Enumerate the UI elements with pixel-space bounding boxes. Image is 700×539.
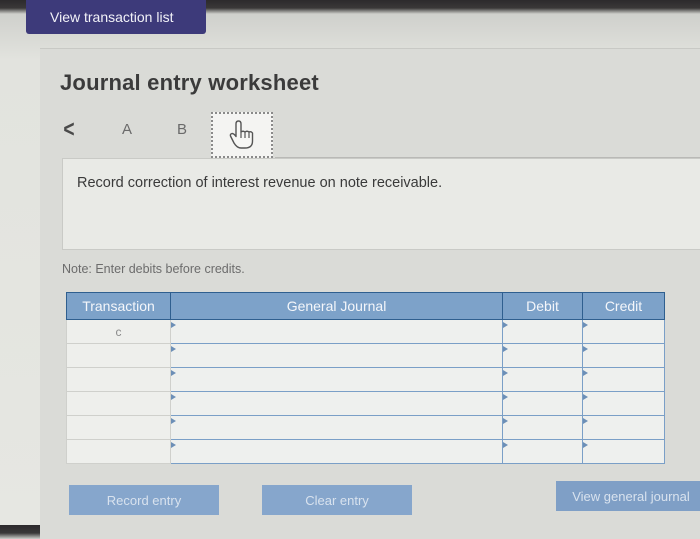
journal-entry-table: Transaction General Journal Debit Credit… xyxy=(66,292,665,464)
table-row xyxy=(66,391,665,416)
account-field[interactable] xyxy=(170,415,503,440)
debit-field[interactable] xyxy=(502,439,583,464)
account-field[interactable] xyxy=(170,439,503,464)
debit-field[interactable] xyxy=(502,343,583,368)
table-row xyxy=(66,415,665,440)
hand-pointer-icon xyxy=(229,120,254,149)
tab-b[interactable]: B xyxy=(177,121,187,138)
worksheet-tabs: < A B xyxy=(60,110,700,158)
transaction-cell: c xyxy=(66,319,171,344)
clear-entry-button[interactable]: Clear entry xyxy=(262,485,412,515)
table-row: c xyxy=(66,319,665,344)
account-field[interactable] xyxy=(170,391,503,416)
credit-field[interactable] xyxy=(582,415,665,440)
account-field[interactable] xyxy=(170,367,503,392)
credit-field[interactable] xyxy=(582,343,665,368)
credit-field[interactable] xyxy=(582,391,665,416)
column-header-transaction: Transaction xyxy=(66,292,171,320)
credit-field[interactable] xyxy=(582,367,665,392)
column-header-general-journal: General Journal xyxy=(170,292,503,320)
tab-current[interactable] xyxy=(211,112,273,158)
transaction-description-box: Record correction of interest revenue on… xyxy=(62,158,700,250)
account-field[interactable] xyxy=(170,343,503,368)
debit-field[interactable] xyxy=(502,415,583,440)
debit-field[interactable] xyxy=(502,367,583,392)
table-row xyxy=(66,367,665,392)
account-field[interactable] xyxy=(170,319,503,344)
worksheet-title: Journal entry worksheet xyxy=(60,70,319,95)
transaction-description: Record correction of interest revenue on… xyxy=(77,175,443,191)
transaction-cell xyxy=(66,415,171,440)
tab-a[interactable]: A xyxy=(122,121,132,138)
view-transaction-list-label: View transaction list xyxy=(50,9,174,25)
transaction-cell xyxy=(66,367,171,392)
credit-field[interactable] xyxy=(582,439,665,464)
transaction-cell xyxy=(66,439,171,464)
table-row xyxy=(66,343,665,368)
view-general-journal-button[interactable]: View general journal xyxy=(556,481,700,511)
view-transaction-list-button[interactable]: View transaction list xyxy=(26,0,206,34)
table-row xyxy=(66,439,665,464)
column-header-credit: Credit xyxy=(582,292,665,320)
debit-field[interactable] xyxy=(502,391,583,416)
debit-field[interactable] xyxy=(502,319,583,344)
table-header-row: Transaction General Journal Debit Credit xyxy=(66,292,665,320)
transaction-cell xyxy=(66,343,171,368)
record-entry-button[interactable]: Record entry xyxy=(69,485,219,515)
entry-note: Note: Enter debits before credits. xyxy=(62,262,245,276)
chevron-left-icon[interactable]: < xyxy=(63,116,74,144)
column-header-debit: Debit xyxy=(502,292,583,320)
credit-field[interactable] xyxy=(582,319,665,344)
transaction-cell xyxy=(66,391,171,416)
